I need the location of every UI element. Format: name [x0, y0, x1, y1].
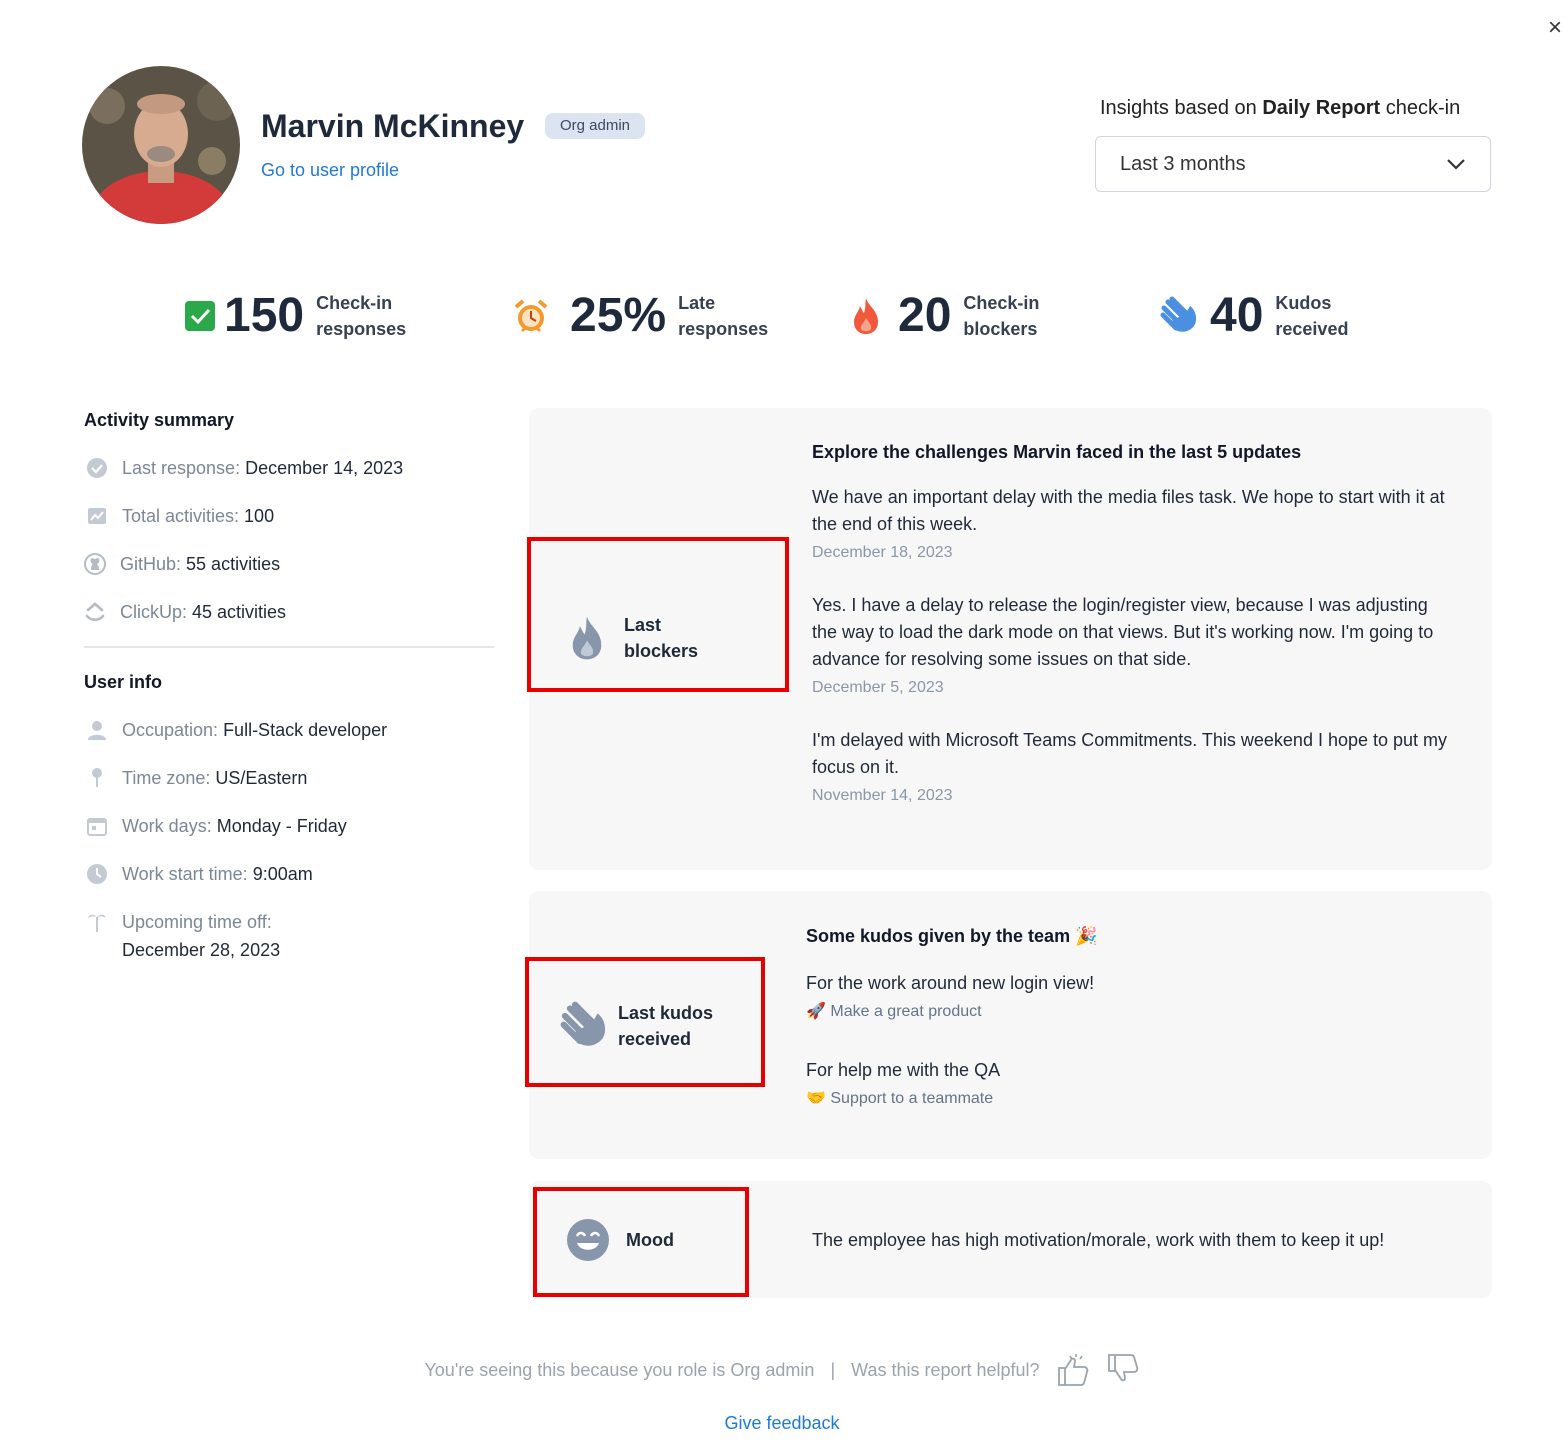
- stat-label: Kudos received: [1275, 293, 1349, 339]
- clapping-hand-icon: [1160, 296, 1197, 332]
- activity-summary-title: Activity summary: [84, 410, 235, 430]
- kudos-content: Some kudos given by the team 🎉 For the w…: [806, 924, 1446, 1110]
- mood-text: The employee has high motivation/morale,…: [812, 1230, 1385, 1250]
- fire-icon: [854, 298, 878, 334]
- user-workdays: Work days: Monday - Friday: [86, 812, 347, 840]
- helpful-question: Was this report helpful?: [851, 1359, 1040, 1380]
- check-square-icon: [185, 301, 215, 331]
- stat-checkin-responses: 150 Check-in responses: [184, 284, 406, 348]
- stat-label: Check-in blockers: [963, 293, 1040, 339]
- github-icon: [84, 553, 106, 575]
- clapping-hand-icon: [560, 1001, 606, 1046]
- chevron-down-icon: [1447, 159, 1465, 170]
- period-select-value: Last 3 months: [1120, 152, 1246, 175]
- chart-icon: [88, 508, 106, 524]
- stat-value: 150: [224, 289, 305, 342]
- stat-label: Check-in responses: [316, 293, 407, 339]
- clock-icon: [87, 864, 107, 884]
- role-badge: Org admin: [545, 113, 646, 139]
- thumbs-up-icon[interactable]: [1056, 1352, 1090, 1388]
- blocker-entry: We have an important delay with the medi…: [812, 487, 1445, 561]
- user-icon: [88, 721, 106, 740]
- kudos-card-label: Last kudos received: [560, 1000, 713, 1052]
- role-notice: You're seeing this because you role is O…: [424, 1359, 815, 1380]
- stat-value: 25%: [570, 289, 667, 342]
- avatar: [82, 66, 240, 224]
- smiling-face-icon: [567, 1219, 609, 1261]
- period-select[interactable]: Last 3 months: [1095, 136, 1491, 192]
- activity-total: Total activities: 100: [86, 502, 274, 530]
- blockers-title: Explore the challenges Marvin faced in t…: [812, 442, 1302, 462]
- report-footer: You're seeing this because you role is O…: [0, 1352, 1564, 1388]
- fire-icon: [572, 616, 602, 660]
- insights-caption: Insights based on Daily Report check-in: [1100, 97, 1461, 119]
- check-circle-icon: [87, 458, 107, 478]
- give-feedback-link[interactable]: Give feedback: [0, 1413, 1564, 1434]
- kudo-entry: For the work around new login view! 🚀 Ma…: [806, 973, 1095, 1020]
- stat-late-responses: 25% Late responses: [512, 284, 768, 348]
- calendar-icon: [87, 818, 107, 836]
- blockers-card-label: Last blockers: [568, 612, 698, 664]
- activity-last-response: Last response: December 14, 2023: [86, 454, 403, 482]
- footer-separator: |: [830, 1359, 836, 1380]
- activity-clickup: ClickUp: 45 activities: [84, 598, 286, 626]
- stat-label: Late responses: [678, 293, 769, 339]
- alarm-clock-icon: [514, 299, 548, 333]
- user-info-title: User info: [84, 672, 163, 692]
- thumbs-down-icon[interactable]: [1106, 1352, 1140, 1388]
- blocker-entry: Yes. I have a delay to release the login…: [812, 595, 1434, 696]
- palm-tree-icon: [88, 914, 106, 932]
- user-occupation: Occupation: Full-Stack developer: [86, 716, 387, 744]
- stat-checkin-blockers: 20 Check-in blockers: [850, 284, 1039, 348]
- activity-github: GitHub: 55 activities: [84, 550, 280, 578]
- close-icon[interactable]: ×: [1548, 16, 1562, 40]
- user-time-off: Upcoming time off: December 28, 2023: [86, 908, 280, 964]
- stat-value: 20: [898, 289, 952, 342]
- section-divider: [84, 646, 494, 648]
- user-name: Marvin McKinney: [261, 108, 525, 144]
- kudo-entry: For help me with the QA 🤝 Support to a t…: [806, 1060, 1001, 1107]
- blockers-content: Explore the challenges Marvin faced in t…: [812, 440, 1452, 807]
- kudos-title: Some kudos given by the team 🎉: [806, 926, 1098, 946]
- pin-icon: [92, 768, 102, 787]
- user-start-time: Work start time: 9:00am: [86, 860, 313, 888]
- mood-card-label: Mood: [566, 1218, 674, 1262]
- clickup-icon: [85, 602, 105, 622]
- user-profile-link[interactable]: Go to user profile: [261, 158, 399, 182]
- blocker-entry: I'm delayed with Microsoft Teams Commitm…: [812, 730, 1448, 804]
- stat-value: 40: [1210, 289, 1264, 342]
- stat-kudos-received: 40 Kudos received: [1160, 284, 1348, 348]
- user-timezone: Time zone: US/Eastern: [86, 764, 307, 792]
